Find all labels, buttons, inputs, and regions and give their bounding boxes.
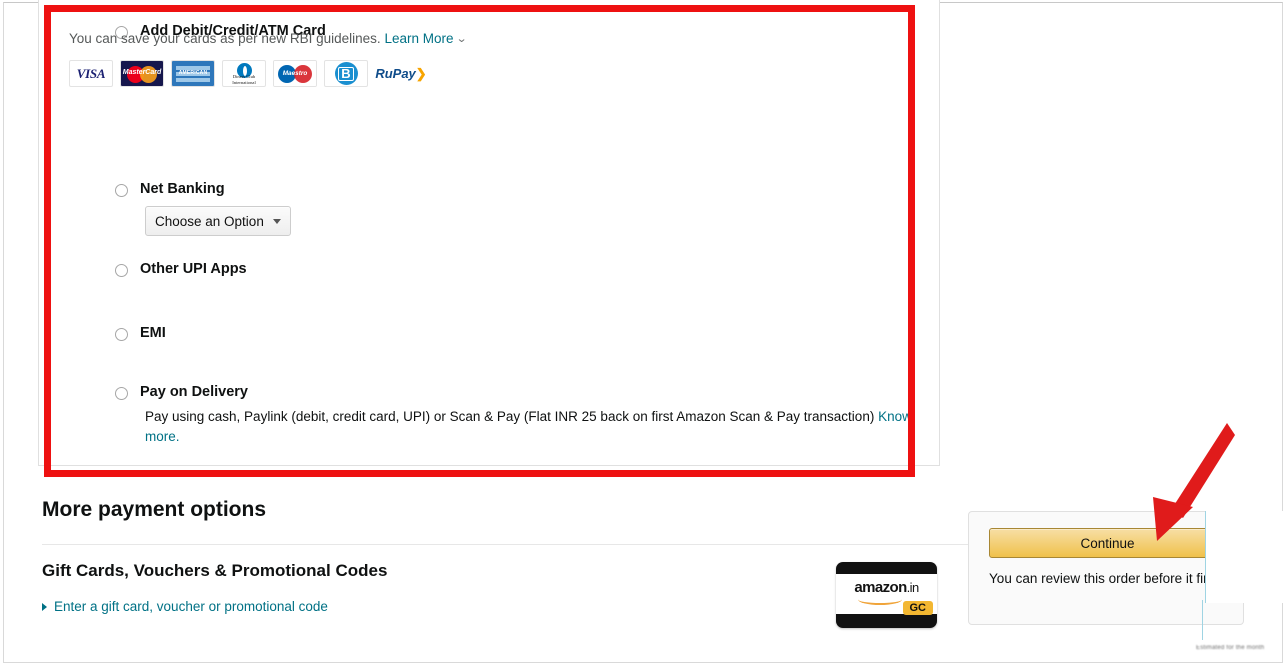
triangle-right-icon xyxy=(42,602,47,611)
visa-logo: VISA xyxy=(69,60,113,87)
bharat-qr-logo: B xyxy=(324,60,368,87)
enter-gift-card-expander[interactable]: Enter a gift card, voucher or promotiona… xyxy=(42,599,328,614)
caret-down-icon xyxy=(273,218,281,224)
amazon-gift-card-image: amazon.in GC xyxy=(836,562,937,628)
maestro-logo: Maestro xyxy=(273,60,317,87)
blurred-divider-line xyxy=(1202,600,1203,640)
radio-net-banking[interactable] xyxy=(115,184,128,197)
radio-pay-on-delivery[interactable] xyxy=(115,387,128,400)
rbi-guidelines-note: You can save your cards as per new RBI g… xyxy=(69,31,539,46)
net-banking-select-value: Choose an Option xyxy=(155,213,264,229)
payment-methods-card: Add Debit/Credit/ATM Card You can save y… xyxy=(38,0,940,466)
rupay-logo: RuPay❯ xyxy=(375,65,427,81)
amazon-smile-icon xyxy=(858,594,902,605)
pay-on-delivery-description: Pay using cash, Paylink (debit, credit c… xyxy=(145,407,950,447)
american-express-logo: AMERICAN xyxy=(171,60,215,87)
diners-club-logo: Diners Club International xyxy=(222,60,266,87)
accepted-card-logos: VISA MasterCard AMERICAN Diners Club Inte… xyxy=(69,60,427,87)
more-payment-options-heading: More payment options xyxy=(42,498,267,521)
learn-more-link[interactable]: Learn More xyxy=(384,31,453,46)
red-pointer-arrow xyxy=(1153,423,1235,541)
mastercard-logo: MasterCard xyxy=(120,60,164,87)
blurred-footer-text: Estimated for the month xyxy=(1196,645,1265,651)
pod-description-text: Pay using cash, Paylink (debit, credit c… xyxy=(145,409,875,424)
radio-other-upi-apps[interactable] xyxy=(115,264,128,277)
enter-gift-card-link[interactable]: Enter a gift card, voucher or promotiona… xyxy=(54,599,328,614)
gift-card-badge: GC xyxy=(902,601,933,615)
payment-option-label: Other UPI Apps xyxy=(140,261,247,277)
payment-option-label: Net Banking xyxy=(140,181,225,197)
gift-cards-heading: Gift Cards, Vouchers & Promotional Codes xyxy=(42,561,388,580)
radio-emi[interactable] xyxy=(115,328,128,341)
chevron-down-icon[interactable]: ⌄ xyxy=(455,32,467,45)
rbi-note-text: You can save your cards as per new RBI g… xyxy=(69,31,381,46)
order-review-note: You can review this order before it fina… xyxy=(989,571,1225,586)
payment-option-label: Pay on Delivery xyxy=(140,384,248,400)
net-banking-bank-select[interactable]: Choose an Option xyxy=(145,206,291,236)
payment-option-label: EMI xyxy=(140,325,166,341)
gift-card-tld: .in xyxy=(906,580,920,595)
